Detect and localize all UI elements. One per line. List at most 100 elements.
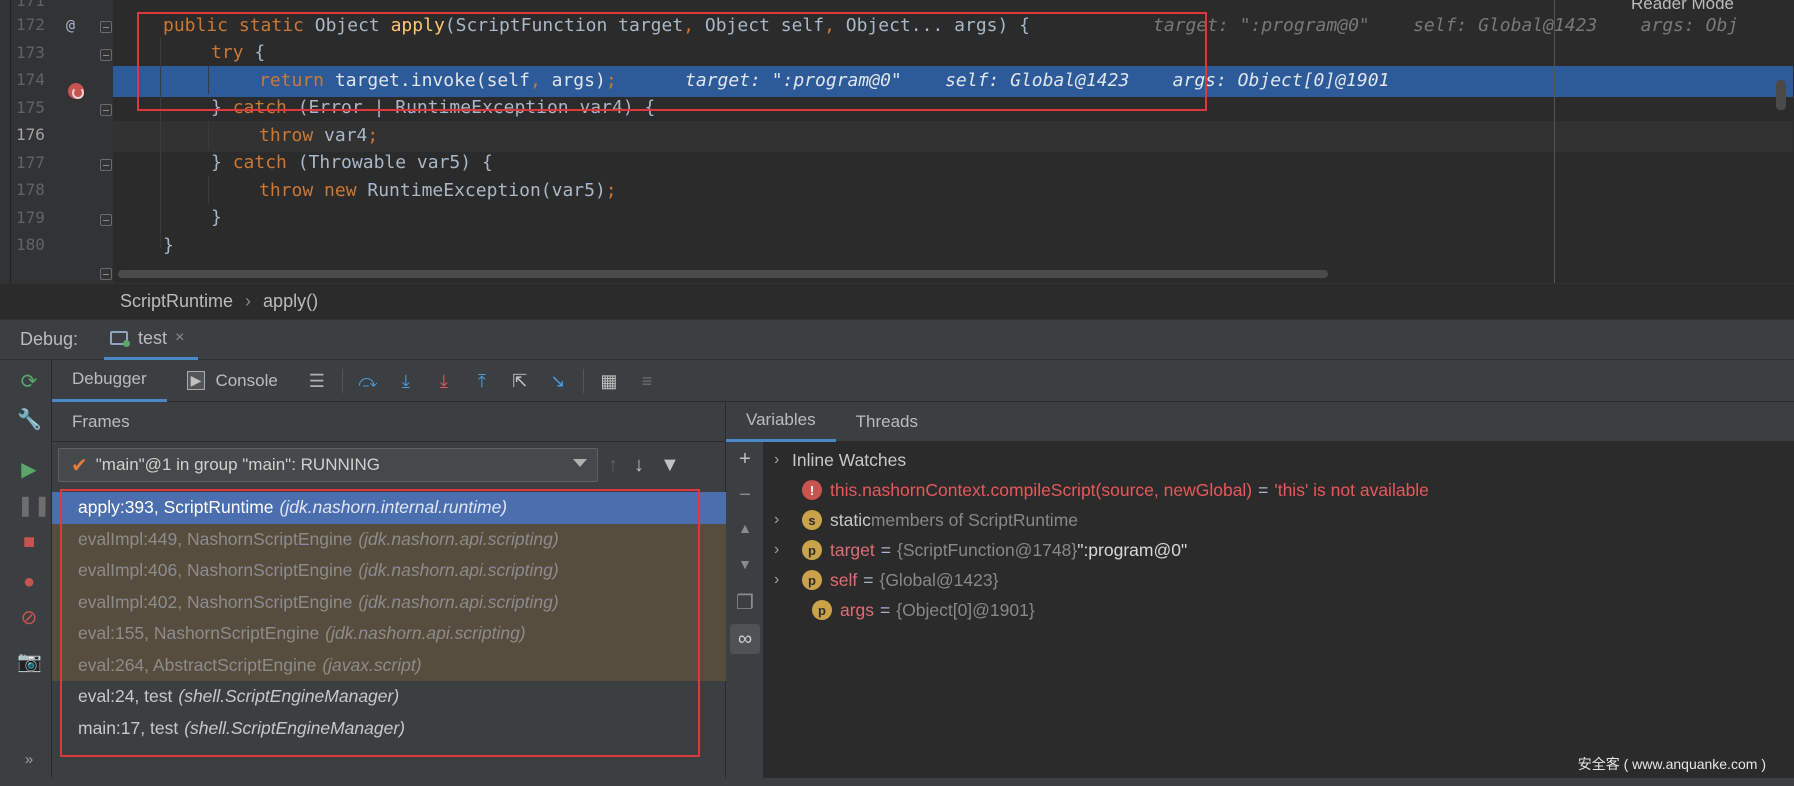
debug-session-name: test — [138, 327, 168, 348]
code-token: } — [211, 207, 222, 228]
rerun-icon[interactable]: ⟳ — [17, 370, 41, 394]
variable-name: self — [830, 569, 858, 590]
trace-stream-icon[interactable]: ≡ — [637, 371, 657, 391]
vertical-scrollbar[interactable] — [1776, 80, 1786, 110]
breadcrumb-item-class[interactable]: ScriptRuntime — [120, 291, 233, 312]
keyword: catch — [232, 152, 287, 173]
parameter-badge-icon: p — [802, 570, 822, 590]
arrow-up-icon[interactable]: ↑ — [608, 454, 618, 477]
show-execution-point-icon[interactable]: ⤼ — [358, 371, 378, 391]
run-to-cursor-icon[interactable]: ↘ — [548, 371, 568, 391]
frames-panel: Frames ✔ "main"@1 in group "main": RUNNI… — [52, 402, 726, 786]
code-token: ; — [367, 125, 379, 146]
debugger-toolbar: Debugger ▶ Console ☰ ⤼ ⤓ ⤓ ⤒ ⇱ ↘ ▦ ≡ — [52, 360, 1794, 402]
view-breakpoints-icon[interactable]: ● — [17, 570, 41, 594]
chevron-right-icon[interactable]: › — [774, 451, 792, 469]
breadcrumb-separator-icon: › — [245, 291, 252, 311]
filter-icon[interactable]: ▼ — [660, 454, 680, 477]
tab-console-label: Console — [215, 370, 278, 390]
gutter-edge — [10, 0, 11, 283]
move-up-icon[interactable]: ▲ — [735, 520, 755, 536]
camera-icon[interactable]: 📷 — [17, 650, 42, 674]
variable-reference: {Global@1423} — [879, 569, 999, 590]
keyword: throw — [259, 125, 314, 146]
code-token: } — [163, 235, 174, 256]
code-token: ; — [605, 180, 617, 201]
status-bar — [0, 778, 1794, 786]
code-editor[interactable]: 171 172 173 174 175 176 177 178 179 180 … — [0, 0, 1794, 283]
variables-panel: Variables Threads + − ▲ ▼ ❐ ∞ › Inline W… — [726, 402, 1794, 786]
close-icon[interactable]: × — [175, 329, 184, 347]
debug-label: Debug: — [20, 329, 79, 349]
code-token: (Throwable var5) { — [286, 152, 493, 173]
reader-mode-toggle[interactable]: Reader Mode — [1631, 0, 1734, 14]
line-number: 180 — [16, 235, 45, 254]
code-line-177[interactable]: } catch (Throwable var5) { — [113, 148, 1793, 179]
line-number: 172 — [16, 15, 45, 34]
move-down-icon[interactable]: ▼ — [735, 556, 755, 572]
tab-threads[interactable]: Threads — [836, 402, 938, 442]
highlight-box-code — [137, 12, 1207, 111]
breadcrumb-item-method[interactable]: apply() — [263, 291, 318, 312]
inline-watches-node[interactable]: › Inline Watches — [774, 445, 906, 475]
inline-debug-hint: target: ":program@0" self: Global@1423 a… — [1153, 15, 1739, 36]
chevron-down-icon — [573, 459, 587, 467]
equals: = — [863, 569, 874, 590]
fold-icon[interactable] — [100, 159, 112, 171]
fold-icon[interactable] — [100, 268, 112, 280]
line-number: 173 — [16, 43, 45, 62]
run-config-icon — [110, 331, 131, 347]
variable-value: ":program@0" — [1077, 539, 1188, 560]
step-into-icon[interactable]: ⤓ — [434, 371, 454, 391]
breadcrumb: ScriptRuntime › apply() — [0, 283, 1794, 320]
chevron-right-icon[interactable]: › — [774, 571, 792, 589]
evaluate-expression-icon[interactable]: ▦ — [599, 371, 619, 391]
code-token: var4 — [313, 125, 368, 146]
variable-row-target[interactable]: › p target = {ScriptFunction@1748} ":pro… — [774, 535, 1187, 565]
resume-icon[interactable]: ▶ — [17, 458, 41, 482]
step-over-icon[interactable]: ⤓ — [396, 371, 416, 391]
layout-menu-icon[interactable]: ☰ — [307, 371, 327, 391]
tab-debugger[interactable]: Debugger — [52, 360, 167, 402]
chevron-right-icon[interactable]: › — [774, 541, 792, 559]
code-token: } — [211, 152, 233, 173]
inline-watches-label: Inline Watches — [792, 449, 907, 470]
static-badge-icon: s — [802, 510, 822, 530]
tab-variables[interactable]: Variables — [726, 402, 836, 442]
variable-row-self[interactable]: › p self = {Global@1423} — [774, 565, 998, 595]
override-marker-icon[interactable]: @ — [66, 16, 75, 34]
tab-console[interactable]: ▶ Console — [167, 360, 298, 402]
stop-icon[interactable]: ■ — [17, 530, 41, 554]
highlight-box-frames — [60, 489, 700, 757]
keyword: throw new — [259, 180, 357, 201]
mute-breakpoints-icon[interactable]: ⊘ — [17, 606, 41, 630]
add-watch-icon[interactable]: + — [735, 448, 755, 471]
variable-name: target — [830, 539, 875, 560]
more-icon[interactable]: » — [17, 748, 41, 772]
arrow-down-icon[interactable]: ↓ — [634, 454, 644, 477]
thread-selector[interactable]: ✔ "main"@1 in group "main": RUNNING — [58, 448, 598, 482]
line-number: 171 — [16, 0, 45, 10]
fold-icon[interactable] — [100, 214, 112, 226]
watch-error-row[interactable]: ! this.nashornContext.compileScript(sour… — [802, 475, 1429, 505]
breakpoint-icon[interactable] — [68, 83, 84, 99]
horizontal-scrollbar[interactable] — [118, 270, 1328, 278]
fold-icon[interactable] — [100, 49, 112, 61]
variable-row-args[interactable]: p args = {Object[0]@1901} — [802, 595, 1035, 625]
line-number: 175 — [16, 98, 45, 117]
static-members-node[interactable]: › s static members of ScriptRuntime — [774, 505, 1078, 535]
glasses-icon[interactable]: ∞ — [730, 624, 760, 654]
fold-icon[interactable] — [100, 104, 112, 116]
fold-icon[interactable] — [100, 21, 112, 33]
debug-session-tab[interactable]: test × — [104, 320, 199, 360]
remove-watch-icon[interactable]: − — [735, 484, 755, 507]
code-line-179[interactable]: } — [113, 203, 1793, 234]
line-number-current: 176 — [16, 125, 45, 144]
drop-frame-icon[interactable]: ⇱ — [510, 371, 530, 391]
chevron-right-icon[interactable]: › — [774, 511, 792, 529]
pause-icon[interactable]: ❚❚ — [17, 494, 51, 518]
code-line-180[interactable]: } — [113, 231, 1793, 262]
settings-wrench-icon[interactable]: 🔧 — [17, 408, 42, 432]
step-out-icon[interactable]: ⤒ — [472, 371, 492, 391]
copy-icon[interactable]: ❐ — [735, 590, 755, 615]
